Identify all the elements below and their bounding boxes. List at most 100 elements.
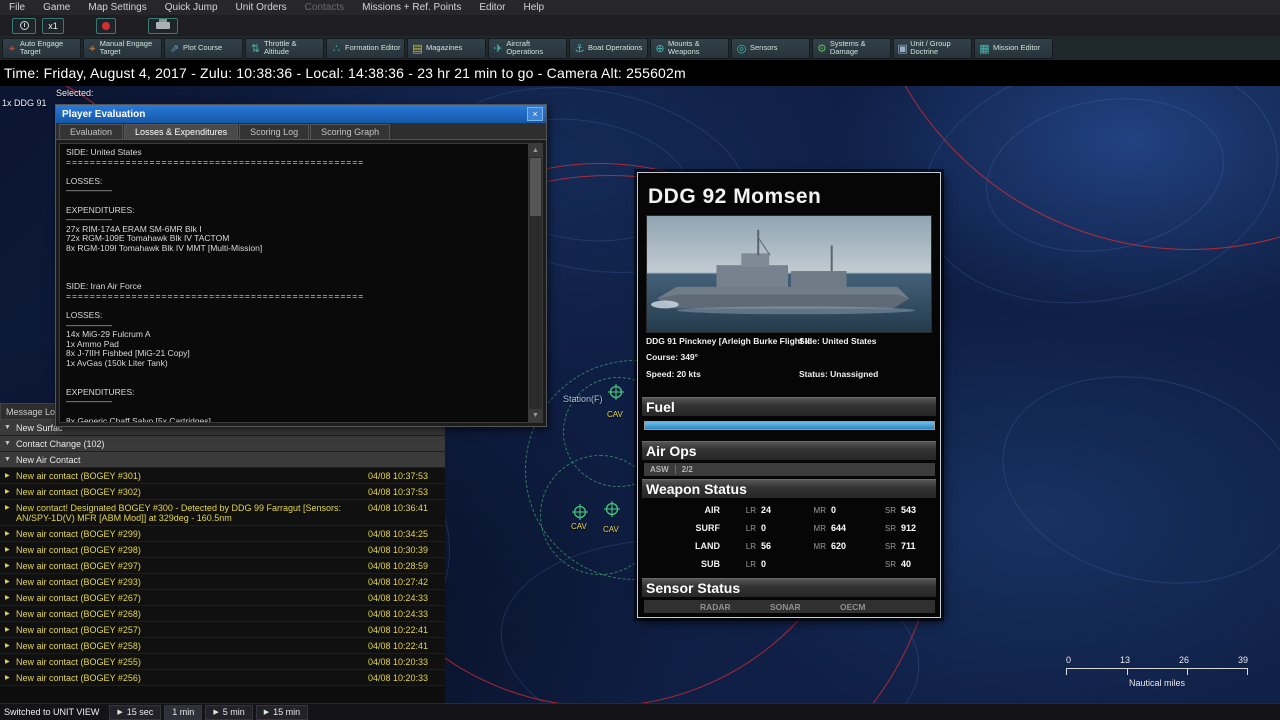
toolbar-button-label: Unit / Group Doctrine: [910, 39, 951, 56]
evaluation-tab[interactable]: Evaluation: [59, 124, 124, 139]
close-button[interactable]: ×: [527, 107, 543, 121]
toolbar-button[interactable]: ⚓ Boat Operations: [569, 37, 648, 59]
sensor-toggle[interactable]: RADAR: [700, 602, 770, 612]
evaluation-text-line: 8x Generic Chaff Salvo [5x Cartridges]: [66, 416, 211, 423]
toolbar-button[interactable]: ✈ Aircraft Operations: [488, 37, 567, 59]
toolbar-button[interactable]: ▦ Mission Editor: [974, 37, 1053, 59]
time-compression-button[interactable]: ▶ 15 min: [255, 704, 309, 720]
sr-value: 912: [901, 523, 917, 533]
time-compression-button[interactable]: ▶ 15 sec: [109, 704, 162, 720]
sensor-toggle[interactable]: OECM: [840, 602, 910, 612]
sr-value: 543: [901, 505, 917, 515]
toolbar-button-icon: ▤: [412, 41, 423, 55]
menu-item[interactable]: Quick Jump: [156, 0, 227, 15]
message-timestamp: 04/08 10:20:33: [368, 673, 429, 683]
scroll-down-icon[interactable]: ▼: [529, 409, 542, 422]
lr-value: 56: [761, 541, 772, 551]
scroll-up-icon[interactable]: ▲: [529, 144, 542, 157]
unit-symbol-ship[interactable]: [572, 504, 588, 520]
menu-item[interactable]: Game: [34, 0, 79, 15]
toolbar-button[interactable]: ⌖ Auto Engage Target: [2, 37, 81, 59]
toolbar-button[interactable]: ▤ Magazines: [407, 37, 486, 59]
menu-item[interactable]: Map Settings: [79, 0, 155, 15]
evaluation-text-line: [66, 302, 520, 312]
play-icon: ▶: [213, 709, 219, 716]
time-compression-button[interactable]: ▶ 1 min: [164, 704, 203, 720]
toolbar-button-icon: ◎: [736, 41, 747, 55]
message-timestamp: 04/08 10:20:33: [368, 657, 429, 667]
scroll-thumb[interactable]: [530, 158, 541, 216]
toolbar-button[interactable]: ◎ Sensors: [731, 37, 810, 59]
toolbar-button[interactable]: ⚙ Systems & Damage: [812, 37, 891, 59]
toolbar-button[interactable]: ▣ Unit / Group Doctrine: [893, 37, 972, 59]
message-timestamp: 04/08 10:22:41: [368, 641, 429, 651]
toolbar-button[interactable]: ⇅ Throttle & Altitude: [245, 37, 324, 59]
message-log-row[interactable]: ▼ ▶ New Air Contact: [0, 452, 445, 468]
message-log-row[interactable]: ▼ ▶ New air contact (BOGEY #257) 04/08 1…: [0, 622, 445, 638]
time-speed-label: x1: [48, 20, 58, 31]
message-log-row[interactable]: ▼ ▶ New air contact (BOGEY #301) 04/08 1…: [0, 468, 445, 484]
scrollbar[interactable]: ▲ ▼: [528, 144, 542, 422]
unit-title: DDG 92 Momsen: [648, 185, 822, 208]
record-button[interactable]: [96, 17, 116, 34]
evaluation-tab[interactable]: Losses & Expenditures: [124, 124, 239, 139]
sr-value: 40: [901, 559, 912, 569]
toolbar-button-label: Plot Course: [183, 43, 223, 52]
time-compression-label: 5 min: [222, 707, 245, 717]
evaluation-text-line: LOSSES:: [66, 176, 103, 186]
message-log-row[interactable]: ▼ ▶ New air contact (BOGEY #258) 04/08 1…: [0, 638, 445, 654]
time-compression-button[interactable]: ▶ 5 min: [205, 704, 253, 720]
message-text: New contact! Designated BOGEY #300 - Det…: [16, 503, 341, 523]
toolbar-button[interactable]: ⇗ Plot Course: [164, 37, 243, 59]
unit-symbol-ship[interactable]: [608, 384, 624, 400]
time-compression-label: 1 min: [172, 707, 195, 717]
toolbar-button-label: Mission Editor: [993, 43, 1041, 52]
message-text: New air contact (BOGEY #297): [16, 561, 141, 571]
unit-symbol-ship[interactable]: [604, 501, 620, 517]
entry-bullet-icon: ▶: [5, 473, 10, 479]
evaluation-tab[interactable]: Scoring Graph: [310, 124, 391, 139]
game-clock-button[interactable]: [12, 17, 36, 34]
message-log-row[interactable]: ▼ ▶ Contact Change (102): [0, 436, 445, 452]
entry-bullet-icon: ▶: [5, 563, 10, 569]
time-speed-button[interactable]: x1: [42, 17, 64, 34]
message-log-row[interactable]: ▼ ▶ New air contact (BOGEY #293) 04/08 1…: [0, 574, 445, 590]
menu-item[interactable]: Unit Orders: [227, 0, 296, 15]
toolbar-button-icon: ∴: [333, 41, 340, 55]
menu-item[interactable]: Contacts: [296, 0, 353, 15]
message-log-row[interactable]: ▼ ▶ New air contact (BOGEY #255) 04/08 1…: [0, 654, 445, 670]
message-log-row[interactable]: ▼ ▶ New contact! Designated BOGEY #300 -…: [0, 500, 445, 526]
window-title-bar[interactable]: Player Evaluation ×: [56, 105, 546, 123]
message-log-row[interactable]: ▼ ▶ New air contact (BOGEY #256) 04/08 1…: [0, 670, 445, 686]
weapon-status-row: LAND LR 56 MR 620 SR 711: [644, 537, 935, 555]
message-log-row[interactable]: ▼ ▶ New air contact (BOGEY #267) 04/08 1…: [0, 590, 445, 606]
unit-speed-row: Speed: 20 kts Status: Unassigned: [646, 369, 934, 379]
print-button[interactable]: [148, 17, 178, 34]
collapse-arrow-icon[interactable]: ▼: [4, 452, 11, 468]
toolbar-button-label: Mounts & Weapons: [667, 39, 700, 56]
message-timestamp: 04/08 10:30:39: [368, 545, 429, 555]
message-log-row[interactable]: ▼ ▶ New air contact (BOGEY #298) 04/08 1…: [0, 542, 445, 558]
menu-item[interactable]: Help: [514, 0, 553, 15]
message-text: Contact Change (102): [16, 439, 105, 449]
message-text: New air contact (BOGEY #258): [16, 641, 141, 651]
menu-item[interactable]: Editor: [470, 0, 514, 15]
toolbar-button[interactable]: ⌖ Manual Engage Target: [83, 37, 162, 59]
evaluation-tab[interactable]: Scoring Log: [239, 124, 310, 139]
message-log-row[interactable]: ▼ ▶ New air contact (BOGEY #299) 04/08 1…: [0, 526, 445, 542]
toolbar-button[interactable]: ∴ Formation Editor: [326, 37, 405, 59]
evaluation-text-line: [66, 263, 520, 273]
message-log-row[interactable]: ▼ ▶ New air contact (BOGEY #297) 04/08 1…: [0, 558, 445, 574]
collapse-arrow-icon[interactable]: ▼: [4, 436, 11, 452]
menu-item[interactable]: File: [0, 0, 34, 15]
toolbar-button[interactable]: ⊕ Mounts & Weapons: [650, 37, 729, 59]
map-unit-label: Station(F): [563, 394, 603, 404]
scale-tick-label: 0: [1066, 655, 1072, 665]
message-log-row[interactable]: ▼ ▶ New air contact (BOGEY #268) 04/08 1…: [0, 606, 445, 622]
menu-item[interactable]: Missions + Ref. Points: [353, 0, 470, 15]
message-log-row[interactable]: ▼ ▶ New air contact (BOGEY #302) 04/08 1…: [0, 484, 445, 500]
collapse-arrow-icon[interactable]: ▼: [4, 420, 11, 436]
sensor-toggle[interactable]: SONAR: [770, 602, 840, 612]
unit-side-text: Side: United States: [799, 336, 877, 346]
evaluation-text-line: ——————: [66, 397, 112, 407]
